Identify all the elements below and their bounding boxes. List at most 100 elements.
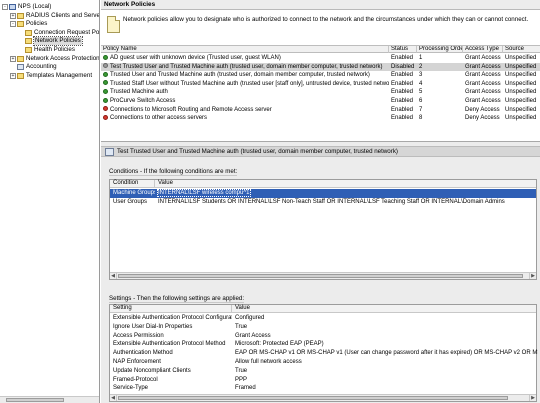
- setting-row[interactable]: Extensible Authentication Protocol Metho…: [110, 340, 536, 349]
- tree-item[interactable]: Health Policies: [18, 46, 75, 54]
- policy-name-cell: Connections to Microsoft Routing and Rem…: [101, 106, 389, 115]
- condition-value-cell: INTERNAL\LSF Students OR INTERNAL\LSF No…: [155, 198, 538, 207]
- policy-row[interactable]: AD guest user with unknown device (Trust…: [101, 54, 540, 63]
- policy-order-cell: 5: [419, 89, 423, 96]
- grant-status-icon: [103, 71, 108, 77]
- collapse-icon[interactable]: -: [2, 4, 8, 10]
- tree-item[interactable]: + Network Access Protection: [10, 54, 100, 63]
- grant-status-icon: [103, 54, 108, 60]
- folder-icon: [17, 55, 24, 62]
- scrollbar-thumb[interactable]: [118, 274, 523, 278]
- tree-horizontal-scrollbar[interactable]: [0, 396, 99, 403]
- scroll-right-icon[interactable]: ▶: [529, 273, 536, 279]
- policy-row[interactable]: Trusted Staff User without Trusted Machi…: [101, 80, 540, 89]
- policy-access-cell: Grant Access: [465, 89, 501, 96]
- policy-order-cell: 8: [419, 115, 423, 122]
- tree-item[interactable]: Network Policies: [18, 36, 83, 47]
- settings-horizontal-scrollbar[interactable]: ◀ ▶: [110, 394, 536, 401]
- folder-icon: [25, 47, 32, 53]
- policy-status-cell: Disabled: [391, 63, 415, 70]
- policy-status-cell: Enabled: [391, 55, 414, 61]
- setting-row[interactable]: Service-Type Framed: [110, 384, 536, 393]
- policy-row[interactable]: Test Trusted User and Trusted Machine au…: [101, 62, 540, 72]
- policy-row[interactable]: Connections to other access servers Enabl…: [101, 114, 540, 123]
- tree-item[interactable]: + Templates Management: [10, 72, 92, 80]
- column-header-source[interactable]: Source: [503, 46, 540, 53]
- tree-item-label: Health Policies: [34, 46, 75, 53]
- scroll-right-icon[interactable]: ▶: [529, 395, 536, 401]
- setting-row[interactable]: Ignore User Dial-In Properties True: [110, 323, 536, 332]
- column-header-value[interactable]: Value: [155, 180, 538, 187]
- policy-row[interactable]: Connections to Microsoft Routing and Rem…: [101, 106, 540, 115]
- policy-order-cell: 7: [419, 106, 423, 113]
- setting-row[interactable]: Access Permission Grant Access: [110, 332, 536, 341]
- setting-value-cell: Framed: [235, 385, 256, 392]
- policy-name-cell: ProCurve Switch Access: [101, 97, 389, 106]
- setting-row[interactable]: Extensible Authentication Protocol Confi…: [110, 314, 536, 323]
- policy-source-cell: Unspecified: [505, 55, 537, 61]
- expand-icon[interactable]: +: [10, 72, 16, 79]
- policy-status-cell: Enabled: [391, 72, 414, 79]
- policy-name-cell: Test Trusted User and Trusted Machine au…: [101, 63, 389, 72]
- tree-item-label: Accounting: [26, 63, 57, 71]
- folder-icon: [17, 21, 24, 28]
- scrollbar-thumb[interactable]: [118, 396, 508, 400]
- policy-status-cell: Enabled: [391, 98, 414, 104]
- setting-value-cell: Configured: [235, 315, 265, 321]
- setting-value-cell: PPP: [235, 376, 248, 383]
- column-header-policy-name[interactable]: Policy Name: [101, 46, 389, 53]
- setting-row[interactable]: Update Noncompliant Clients True: [110, 367, 536, 376]
- column-header-condition[interactable]: Condition: [110, 180, 155, 187]
- policy-status-cell: Enabled: [391, 106, 414, 113]
- setting-row[interactable]: Authentication Method EAP OR MS-CHAP v1 O…: [110, 349, 538, 358]
- policy-name-text: Connections to Microsoft Routing and Rem…: [110, 106, 272, 113]
- setting-row[interactable]: NAP Enforcement Allow full network access: [110, 358, 536, 367]
- tree-item-label: Network Access Protection: [26, 54, 100, 62]
- setting-row[interactable]: Framed-Protocol PPP: [110, 376, 536, 385]
- column-header-access-type[interactable]: Access Type: [463, 46, 503, 53]
- tree-item-label: Templates Management: [26, 71, 93, 79]
- policy-source-cell: Unspecified: [505, 98, 537, 104]
- policy-row[interactable]: ProCurve Switch Access Enabled 6 Grant Acce…: [101, 97, 540, 106]
- condition-row[interactable]: User Groups INTERNAL\LSF Students OR INTE…: [110, 198, 536, 207]
- policy-source-cell: Unspecified: [505, 89, 537, 96]
- setting-name-cell: Access Permission: [113, 332, 164, 339]
- scroll-left-icon[interactable]: ◀: [110, 273, 117, 279]
- policy-row[interactable]: Trusted User and Trusted Machine auth (t…: [101, 71, 540, 80]
- column-header-status[interactable]: Status: [389, 46, 417, 53]
- policy-status-cell: Enabled: [391, 80, 414, 87]
- settings-list[interactable]: Setting Value Extensible Authentication …: [109, 304, 538, 402]
- conditions-list[interactable]: Condition Value Machine Groups INTERNAL\L…: [109, 179, 537, 280]
- expand-icon[interactable]: +: [10, 55, 16, 62]
- policy-source-cell: Unspecified: [505, 72, 537, 79]
- tree-item[interactable]: - Policies: [10, 20, 47, 28]
- scrollbar-thumb[interactable]: [6, 398, 64, 402]
- policy-row[interactable]: Trusted Machine auth Enabled 5 Grant Access…: [101, 88, 540, 97]
- detail-header: Test Trusted User and Trusted Machine au…: [101, 146, 540, 157]
- policy-source-cell: Unspecified: [505, 63, 537, 70]
- column-header-setting-value[interactable]: Value: [232, 305, 538, 312]
- column-header-processing-order[interactable]: Processing Order: [417, 46, 463, 53]
- condition-row[interactable]: Machine Groups INTERNAL\LSF wireless comp…: [110, 189, 536, 198]
- folder-icon: [25, 29, 32, 36]
- navigation-tree[interactable]: - NPS (Local) + RADIUS Clients and Servers -…: [0, 0, 100, 403]
- policy-order-cell: 6: [419, 98, 423, 104]
- folder-icon: [17, 12, 24, 19]
- collapse-icon[interactable]: -: [10, 21, 16, 28]
- tree-item[interactable]: + RADIUS Clients and Servers: [10, 12, 99, 20]
- folder-icon: [17, 72, 24, 79]
- settings-header: Setting Value: [110, 305, 536, 313]
- policy-name-text: Trusted Staff User without Trusted Machi…: [110, 80, 389, 87]
- conditions-horizontal-scrollbar[interactable]: ◀ ▶: [110, 272, 536, 279]
- tree-item[interactable]: Connection Request Polici: [18, 29, 99, 37]
- setting-name-cell: Authentication Method: [113, 350, 173, 357]
- column-header-setting[interactable]: Setting: [110, 305, 232, 312]
- tree-item[interactable]: - NPS (Local): [2, 3, 51, 11]
- tree-item[interactable]: Accounting: [10, 63, 57, 71]
- condition-name-cell: Machine Groups: [113, 190, 155, 196]
- expand-icon[interactable]: +: [10, 12, 16, 19]
- scroll-left-icon[interactable]: ◀: [110, 395, 117, 401]
- policy-name-text: Connections to other access servers: [110, 115, 208, 122]
